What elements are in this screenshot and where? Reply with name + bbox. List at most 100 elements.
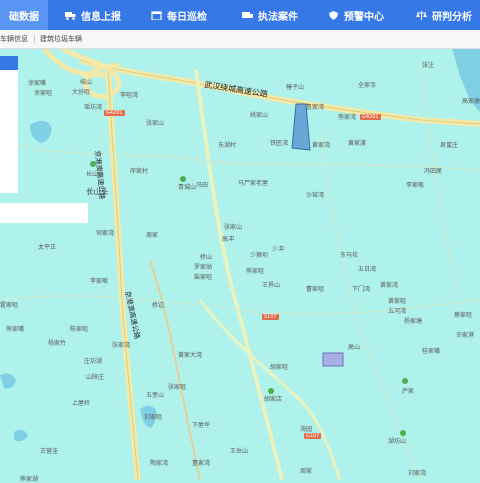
map-label: 张家山: [224, 224, 243, 231]
nav-label: 信息上报: [81, 11, 121, 23]
map-label-major: 长山头: [86, 187, 109, 196]
map-label: 马尸家老屋: [238, 180, 269, 187]
map-label: 曹家咀: [306, 286, 325, 293]
breadcrumb-item-vehicle-info[interactable]: 车辆信息: [0, 34, 28, 44]
map-label: 李家畈: [406, 182, 425, 189]
map-label: 李家畈: [90, 278, 109, 285]
map-label: 大份咀: [72, 89, 91, 96]
map-label: 涂家嘴: [28, 80, 47, 87]
map-label: 庄坊湖: [84, 358, 103, 365]
map-label: 岸家村: [130, 168, 149, 175]
breadcrumb-divider: [34, 35, 35, 43]
map-label: 黄家渡: [348, 140, 367, 147]
nav-item-base-data[interactable]: 础数据: [0, 0, 48, 30]
map-label: 下屋坪: [192, 422, 211, 429]
map-label: 海园: [300, 426, 313, 433]
map-label: 王界山: [262, 282, 281, 289]
map-label: 上屋岭: [72, 400, 91, 407]
map-label: 李咀湾: [120, 92, 139, 99]
road-shield: G107: [304, 433, 322, 439]
map-label: 泉蜜庄: [440, 142, 459, 149]
nav-label: 础数据: [9, 11, 39, 23]
map-label: 庐家: [402, 388, 415, 395]
map-label: 杨家竹: [48, 340, 67, 347]
map-label: 桥边: [152, 302, 165, 309]
map-label: 陈家咀: [70, 326, 89, 333]
truck-icon: [65, 11, 76, 20]
vehicle-list-panel: [0, 56, 18, 193]
panel-header-tab[interactable]: [0, 56, 18, 70]
map-label: 湖坊山: [388, 438, 407, 445]
map-label: 铁匠湾: [270, 140, 289, 147]
map-label: 下门湾: [352, 286, 371, 293]
nav-item-daily-inspection[interactable]: 每日巡检: [148, 0, 210, 30]
highway-shield: G4201: [360, 114, 381, 120]
map-label: 杨家塘: [404, 318, 423, 325]
map-label: 张家咀: [168, 384, 187, 391]
map-label: 胡家咀: [270, 364, 289, 371]
map-label: 全家寺: [358, 82, 377, 89]
map-label: 冯田: [196, 182, 209, 189]
map-label: 周家: [146, 232, 159, 239]
map-label: 董家湾: [192, 460, 211, 467]
map-label: 黄家湾: [312, 142, 331, 149]
poi-pin-icon[interactable]: [402, 378, 408, 384]
map-canvas[interactable]: [0, 48, 480, 480]
nav-label: 执法案件: [258, 11, 298, 23]
map-label: 山陕庄: [86, 374, 105, 381]
map-label: 熊家湖: [20, 476, 39, 483]
map-label: 蔡家咀: [454, 312, 473, 319]
map-label: 张家湾: [112, 342, 131, 349]
scale-icon: [416, 10, 427, 20]
map-label: 陶家湾: [150, 460, 169, 467]
map-label: 高家墩: [462, 98, 480, 105]
poi-pin-icon[interactable]: [400, 430, 406, 436]
nav-item-enforcement-cases[interactable]: 执法案件: [238, 0, 302, 30]
map-label: 何家湾: [96, 230, 115, 237]
map-label: 罗家坳: [194, 264, 213, 271]
map-label: 黄家咀: [388, 298, 407, 305]
poi-pin-icon[interactable]: [180, 176, 186, 182]
map-label: 周家: [300, 468, 313, 475]
map-label: 五奎山: [146, 392, 165, 399]
map-label: 椿子山: [286, 84, 305, 91]
highway-shield: G4201: [104, 110, 125, 116]
map-label: 五河湾: [388, 308, 407, 315]
poi-pin-icon[interactable]: [268, 388, 274, 394]
map-label: 五日湾: [358, 266, 377, 273]
map-label: 高冲: [222, 236, 235, 243]
map-label: 太平正: [38, 244, 57, 251]
nav-item-info-report[interactable]: 信息上报: [62, 0, 124, 30]
map-label: 长山头: [86, 171, 105, 178]
breadcrumb: 车辆信息 建筑垃圾车辆: [0, 30, 480, 49]
map-label: 瑶坊湾: [84, 104, 103, 111]
nav-item-warning-center[interactable]: 预警中心: [328, 0, 384, 30]
map-label: 姚家山: [250, 112, 269, 119]
map-label: 刘家咀: [144, 414, 163, 421]
area-rectangle[interactable]: [322, 352, 344, 367]
car-icon: [242, 11, 253, 18]
map-label: 鲁家湾: [306, 104, 325, 111]
map-label: 高山: [348, 344, 361, 351]
map-label: 古营洼: [40, 448, 59, 455]
map-label: 熊家嘴: [6, 326, 25, 333]
map-label: 东马坎: [340, 252, 359, 259]
map-label: 刘家湾: [408, 470, 427, 477]
nav-label: 研判分析: [432, 11, 472, 23]
nav-item-analysis[interactable]: 研判分析: [414, 0, 474, 30]
map-label: 黄家湾: [380, 282, 399, 289]
map-label: 沙窑湾: [306, 192, 325, 199]
shield-icon: [329, 10, 338, 20]
map-label: 青城山: [178, 184, 197, 191]
map-label: 王岳山: [230, 448, 249, 455]
poi-pin-icon[interactable]: [90, 161, 96, 167]
map-label: 少冲: [272, 246, 285, 253]
map-label: 张注: [422, 62, 435, 69]
road-shield: S107: [262, 314, 279, 320]
map-label: 张家山: [146, 120, 165, 127]
map-label: 少狮坝: [250, 252, 269, 259]
breadcrumb-item-construction-waste[interactable]: 建筑垃圾车辆: [40, 34, 82, 44]
top-navigation-bar: 础数据 信息上报 每日巡检 执法案件 预警中心 研判分析: [0, 0, 480, 30]
nav-label: 预警中心: [344, 11, 384, 23]
map-label: 桂家嘴: [422, 348, 441, 355]
